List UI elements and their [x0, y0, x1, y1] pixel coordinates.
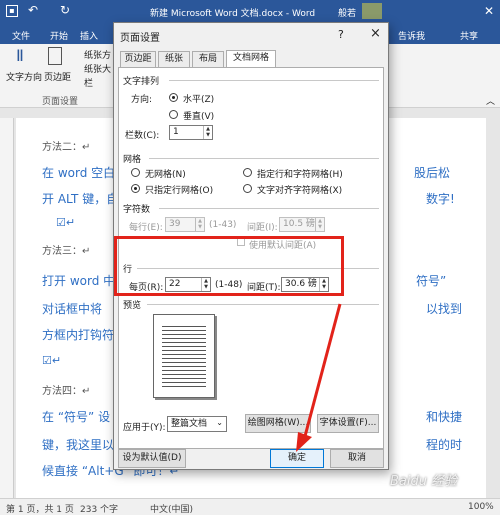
horizontal-label[interactable]: 水平(Z) [183, 92, 214, 105]
doc-line: 在 “符号” 设 [42, 410, 111, 424]
user-name[interactable]: 般若 [338, 6, 356, 19]
doc-line: 方法四：↵ [42, 386, 91, 397]
doc-line: 符号” [416, 274, 447, 288]
tab-insert[interactable]: 插入 [80, 29, 98, 42]
zoom-level[interactable]: 100% [468, 502, 494, 512]
section-label: 字符数 [123, 205, 151, 215]
collapse-ribbon-icon[interactable]: ︿ [486, 94, 495, 107]
preview-lines [162, 323, 206, 389]
status-bar: 第 1 页，共 1 页 233 个字 中文(中国) 100% [0, 498, 500, 515]
highlight-box [114, 236, 344, 296]
avatar[interactable] [362, 3, 382, 19]
close-window-icon[interactable]: ✕ [484, 4, 494, 18]
checkbox-symbol: ☑↵ [42, 354, 62, 367]
annotation-arrow [296, 303, 342, 452]
tab-layout[interactable]: 布局 [192, 51, 224, 67]
tab-paper[interactable]: 纸张 [158, 51, 190, 67]
doc-line: 股后松 [414, 166, 451, 180]
columns-stepper[interactable]: 1 ▲ ▼ [169, 125, 213, 140]
arrow-shaft [302, 303, 342, 441]
divider [169, 80, 379, 81]
chars-spacing-label: 间距(I): [247, 223, 278, 233]
help-button[interactable]: ? [338, 28, 344, 41]
stepper-arrows-icon: ▲ ▼ [195, 218, 204, 231]
dialog-title: 页面设置 [120, 33, 160, 44]
no-grid-label[interactable]: 无网格(N) [145, 167, 186, 180]
preview-page [153, 314, 215, 398]
align-chars-radio[interactable] [243, 184, 252, 193]
direction-label: 方向: [131, 95, 153, 105]
doc-line: 以找到 [426, 302, 463, 316]
columns-button[interactable]: 栏 [84, 76, 93, 89]
section-label: 网格 [123, 155, 142, 165]
tab-margins[interactable]: 页边距 [120, 51, 156, 67]
word-count[interactable]: 233 个字 [80, 502, 118, 515]
doc-line: 程的时 [426, 438, 463, 452]
ribbon-group-label: 页面设置 [42, 97, 79, 107]
tell-me-search[interactable]: 告诉我 [398, 29, 425, 42]
watermark: Baidu 经验 [390, 474, 458, 489]
margins-icon [48, 47, 62, 65]
doc-line: 开 ALT 键，自 [42, 192, 119, 206]
redo-icon[interactable]: ↻ [60, 3, 70, 17]
no-grid-radio[interactable] [131, 168, 140, 177]
doc-line: 和快捷 [426, 410, 463, 424]
share-button[interactable]: 共享 [460, 29, 478, 42]
text-direction-icon: Ⅱ [16, 46, 24, 65]
text-direction-button[interactable]: 文字方向 [6, 70, 42, 83]
checkbox-symbol: ☑↵ [56, 216, 76, 229]
chars-spacing-stepper: 10.5 磅 ▲ ▼ [279, 217, 325, 232]
doc-line: 打开 word 中 [42, 274, 116, 288]
doc-line: 键，我这里以 [42, 438, 115, 452]
chars-per-line-value: 39 [169, 219, 181, 229]
window-title: 新建 Microsoft Word 文档.docx - Word [150, 9, 316, 19]
vertical-ruler [0, 118, 14, 498]
divider [149, 158, 379, 159]
chars-per-line-label: 每行(E): [129, 223, 163, 233]
close-dialog-button[interactable]: × [370, 26, 381, 41]
tab-document-grid[interactable]: 文档网格 [226, 50, 276, 68]
chars-per-line-stepper: 39 ▲ ▼ [165, 217, 205, 232]
apply-to-value: 整篇文档 [171, 419, 208, 429]
vertical-radio[interactable] [169, 110, 178, 119]
stepper-arrows-icon: ▲ ▼ [315, 218, 324, 231]
chars-spacing-value: 10.5 磅 [283, 219, 315, 229]
columns-value: 1 [173, 127, 179, 137]
doc-line: 方法二：↵ [42, 142, 91, 153]
doc-line: 在 word 空白 [42, 166, 116, 180]
doc-line: 方法三：↵ [42, 246, 91, 257]
apply-to-select[interactable]: 整篇文档 ⌄ [167, 416, 227, 432]
rows-and-chars-label[interactable]: 指定行和字符网格(H) [257, 167, 343, 180]
rows-only-radio[interactable] [131, 184, 140, 193]
paper-size-button[interactable]: 纸张大 [84, 62, 111, 75]
stepper-arrows-icon[interactable]: ▲ ▼ [203, 126, 212, 139]
chevron-down-icon[interactable]: ⌄ [216, 418, 223, 427]
section-label: 文字排列 [123, 77, 160, 87]
rows-and-chars-radio[interactable] [243, 168, 252, 177]
language[interactable]: 中文(中国) [150, 502, 193, 515]
arrow-head [296, 432, 312, 452]
vertical-label[interactable]: 垂直(V) [183, 109, 214, 122]
save-icon[interactable]: ▪ [6, 5, 18, 17]
paper-direction-button[interactable]: 纸张方 [84, 48, 111, 61]
divider [159, 208, 379, 209]
columns-label: 栏数(C): [125, 131, 160, 141]
doc-line: 对话框中将 [42, 302, 103, 316]
margins-button[interactable]: 页边距 [44, 70, 71, 83]
doc-line: 方框内打钩符 [42, 328, 115, 342]
title-bar: ▪ ↶ ↻ 新建 Microsoft Word 文档.docx - Word 般… [0, 0, 500, 24]
align-chars-label[interactable]: 文字对齐字符网格(X) [257, 183, 342, 196]
doc-line: 数字! [426, 192, 455, 206]
section-label: 预览 [123, 301, 142, 311]
page-count[interactable]: 第 1 页，共 1 页 [6, 502, 74, 515]
set-default-button[interactable]: 设为默认值(D) [118, 449, 186, 468]
rows-only-label[interactable]: 只指定行网格(O) [145, 183, 213, 196]
tab-home[interactable]: 开始 [50, 29, 68, 42]
tab-file[interactable]: 文件 [12, 29, 30, 42]
chars-range: (1-43) [209, 220, 237, 230]
apply-to-label: 应用于(Y): [123, 423, 166, 433]
horizontal-radio[interactable] [169, 93, 178, 102]
undo-icon[interactable]: ↶ [28, 3, 38, 17]
